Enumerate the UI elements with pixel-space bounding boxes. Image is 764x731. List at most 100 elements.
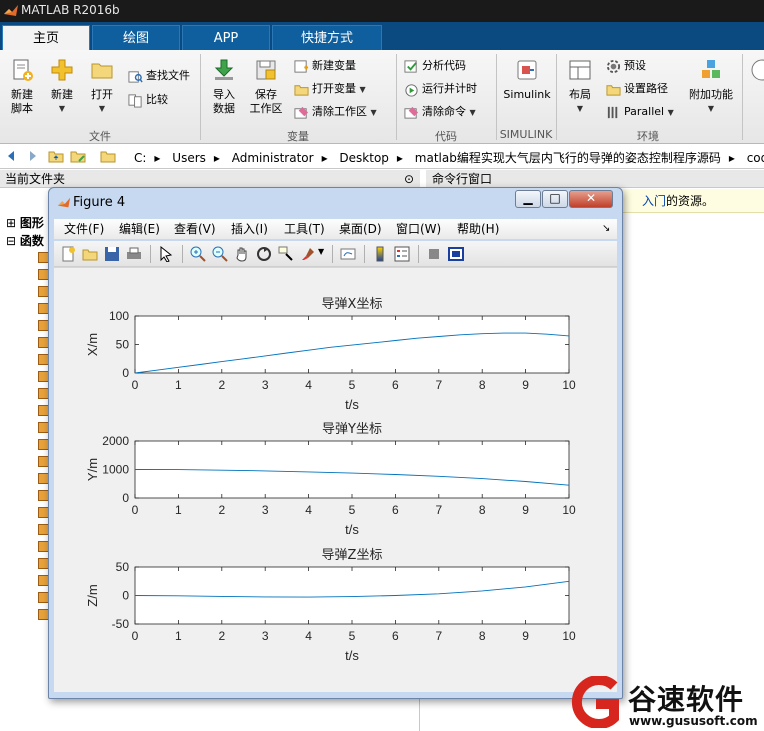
tree-expand-icon[interactable]: ⊞: [6, 216, 16, 230]
clear-commands-button[interactable]: 清除命令 ▼: [404, 104, 476, 122]
save-icon[interactable]: [104, 246, 120, 262]
breadcrumb-item[interactable]: matlab编程实现大气层内飞行的导弹的姿态控制程序源码: [415, 151, 721, 165]
x-tick-label: 5: [349, 629, 356, 643]
menu-insert[interactable]: 插入(I): [231, 219, 268, 239]
legend-icon[interactable]: [394, 246, 410, 262]
path-folder-icon: [100, 151, 116, 163]
menu-help[interactable]: 帮助(H): [457, 219, 499, 239]
preferences-button[interactable]: 预设: [606, 58, 646, 76]
save-workspace-button[interactable]: 保存 工作区: [246, 58, 286, 116]
show-plot-tools-icon[interactable]: [448, 246, 464, 262]
forward-arrow-icon[interactable]: [24, 148, 40, 164]
preferences-label: 预设: [624, 59, 646, 72]
ribbon-tabs: 主页 绘图 APP 快捷方式: [0, 22, 764, 50]
plots-svg[interactable]: 导弹X坐标0 1 2 3 4 5 6 7 8 9 10050100t/sX/m导弹Y坐标0 1 2 3 4 5…: [54, 268, 617, 692]
dock-arrow-icon[interactable]: ↘: [602, 219, 610, 239]
open-caret-icon: ▼: [98, 104, 106, 113]
getting-started-link[interactable]: 入门: [642, 194, 666, 208]
link-plot-icon[interactable]: [340, 246, 356, 262]
menu-file[interactable]: 文件(F): [64, 219, 104, 239]
open-variable-button[interactable]: 打开变量 ▼: [294, 81, 366, 99]
zoom-in-icon[interactable]: [190, 246, 206, 262]
new-figure-icon[interactable]: [60, 246, 76, 262]
zoom-out-icon[interactable]: [212, 246, 228, 262]
breadcrumb-item[interactable]: Desktop: [339, 151, 389, 165]
layout-button[interactable]: 布局 ▼: [562, 58, 598, 116]
menu-desktop[interactable]: 桌面(D): [339, 219, 382, 239]
breadcrumb-item[interactable]: code: [747, 151, 764, 165]
rotate-3d-icon[interactable]: [256, 246, 272, 262]
open-variable-icon: [294, 84, 309, 96]
import-data-button[interactable]: 导入 数据: [206, 58, 242, 116]
print-icon[interactable]: [126, 246, 142, 262]
menu-tools[interactable]: 工具(T): [284, 219, 325, 239]
pointer-arrow-icon[interactable]: [158, 246, 174, 262]
minimize-button[interactable]: ▁: [515, 190, 541, 208]
run-and-time-button[interactable]: 运行并计时: [404, 81, 477, 99]
browse-folder-icon[interactable]: [70, 148, 86, 164]
x-tick-label: 3: [262, 503, 269, 517]
y-tick-label: 0: [122, 589, 129, 603]
menu-view[interactable]: 查看(V): [174, 219, 216, 239]
breadcrumb-item[interactable]: Administrator: [232, 151, 314, 165]
breadcrumb-item[interactable]: Users: [172, 151, 206, 165]
tree-item-functions[interactable]: ⊟ 函数: [6, 232, 44, 249]
tree-item-label: 函数: [19, 234, 44, 248]
figure-window[interactable]: Figure 4 ▁ □ ✕ 文件(F) 编辑(E) 查看(V) 插入(I) 工…: [48, 187, 623, 699]
set-path-button[interactable]: 设置路径: [606, 81, 668, 99]
x-tick-label: 2: [218, 503, 225, 517]
hide-plot-tools-icon[interactable]: [426, 246, 442, 262]
tab-apps[interactable]: APP: [182, 25, 270, 50]
new-variable-button[interactable]: 新建变量: [294, 58, 356, 76]
figure-canvas[interactable]: 导弹X坐标 0 1 2 3 4 5 6 7 8 9 10 0 50 100 t/s X/m 导弹Y坐标 0 1 2 3 4 5…: [54, 268, 617, 692]
tab-plots[interactable]: 绘图: [92, 25, 180, 50]
menu-edit[interactable]: 编辑(E): [119, 219, 160, 239]
y-tick-label: 50: [116, 560, 130, 574]
find-files-label: 查找文件: [146, 69, 190, 82]
y-tick-label: 2000: [102, 434, 129, 448]
x-tick-label: 3: [262, 378, 269, 392]
menu-window[interactable]: 窗口(W): [396, 219, 441, 239]
panel-menu-icon[interactable]: ⊙: [404, 170, 414, 188]
compare-button[interactable]: 比较: [128, 92, 168, 110]
tree-collapse-icon[interactable]: ⊟: [6, 234, 16, 248]
clear-workspace-button[interactable]: 清除工作区 ▼: [294, 104, 377, 122]
watermark: 谷速软件 www.gususoft.com: [566, 674, 764, 731]
new-label: 新建: [51, 88, 73, 101]
add-ons-button[interactable]: 附加功能 ▼: [686, 58, 736, 116]
x-tick-label: 9: [522, 378, 529, 392]
save-workspace-icon: [256, 60, 276, 80]
open-button[interactable]: 打开 ▼: [84, 58, 120, 116]
brush-caret-icon[interactable]: ▼: [318, 247, 324, 256]
analyze-code-icon: [404, 59, 417, 73]
new-button[interactable]: 新建 ▼: [44, 58, 80, 116]
parallel-button[interactable]: Parallel ▼: [606, 104, 674, 122]
tree-item-graphics[interactable]: ⊞ 图形: [6, 214, 44, 231]
analyze-code-button[interactable]: 分析代码: [404, 58, 466, 76]
watermark-url: www.gususoft.com: [629, 714, 758, 728]
find-files-icon: [128, 70, 143, 83]
x-tick-label: 5: [349, 378, 356, 392]
data-cursor-icon[interactable]: [278, 246, 294, 262]
x-tick-label: 10: [562, 503, 576, 517]
open-file-icon[interactable]: [82, 246, 98, 262]
pan-hand-icon[interactable]: [234, 246, 250, 262]
x-axis-label: t/s: [345, 648, 359, 663]
close-button[interactable]: ✕: [569, 190, 613, 208]
breadcrumb-item[interactable]: C:: [134, 151, 146, 165]
maximize-button[interactable]: □: [542, 190, 568, 208]
new-script-button[interactable]: 新建 脚本: [4, 58, 40, 116]
current-folder-title: 当前文件夹: [5, 172, 66, 186]
tab-shortcuts[interactable]: 快捷方式: [272, 25, 382, 50]
colorbar-icon[interactable]: [372, 246, 388, 262]
back-arrow-icon[interactable]: [4, 148, 20, 164]
help-button[interactable]: [748, 58, 764, 88]
simulink-button[interactable]: Simulink: [502, 58, 552, 102]
find-files-button[interactable]: 查找文件: [128, 68, 190, 86]
open-variable-caret-icon: ▼: [359, 85, 366, 94]
tab-home[interactable]: 主页: [2, 25, 90, 50]
compare-icon: [128, 93, 142, 108]
x-tick-label: 0: [132, 629, 139, 643]
up-folder-icon[interactable]: [48, 148, 64, 164]
brush-icon[interactable]: [300, 246, 316, 262]
